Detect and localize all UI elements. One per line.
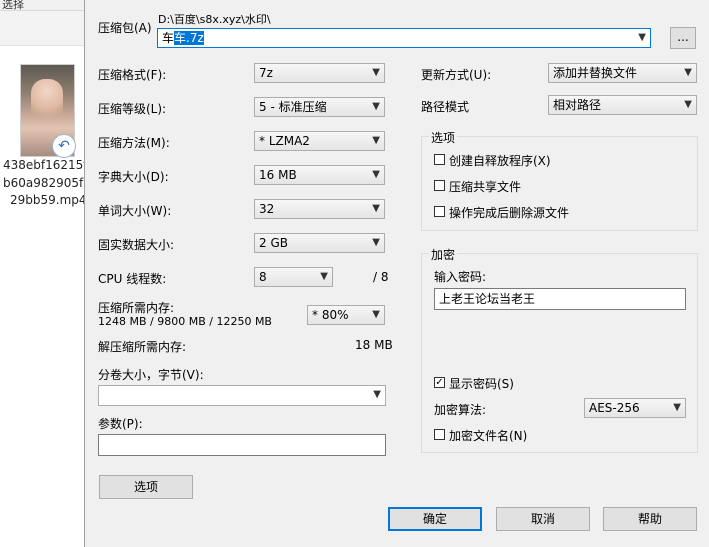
dict-select[interactable]: 16 MB ▼ [254,165,385,185]
chevron-down-icon: ▼ [372,135,380,146]
options-button[interactable]: 选项 [99,475,193,499]
chevron-down-icon: ▼ [372,237,380,248]
archive-name-selected: 车.7z [174,31,204,45]
archive-name-combo[interactable]: 车车.7z ▼ [157,28,651,48]
chevron-down-icon: ▼ [373,389,381,400]
file-name-line-3[interactable]: 29bb59.mp4 [10,193,94,207]
path-mode-value: 相对路径 [553,98,602,112]
password-label: 输入密码: [434,270,487,284]
chevron-down-icon: ▼ [372,309,380,320]
threads-max: / 8 [373,270,389,284]
params-input[interactable] [98,434,386,456]
archive-path: D:\百度\s8x.xyz\水印\ [158,13,271,26]
shared-files-checkbox[interactable] [434,180,445,191]
chevron-down-icon: ▼ [684,67,692,78]
params-label: 参数(P): [98,417,143,431]
level-select[interactable]: 5 - 标准压缩 ▼ [254,97,385,117]
file-explorer-pane: 选择 ↶ 438ebf16215f b60a982905f5 29bb59.mp… [0,0,87,547]
update-mode-label: 更新方式(U): [421,68,492,82]
dict-value: 16 MB [259,168,297,182]
share-arrow-icon: ↶ [52,134,76,158]
dict-label: 字典大小(D): [98,170,169,184]
chevron-down-icon: ▼ [372,67,380,78]
threads-select[interactable]: 8 ▼ [254,267,333,287]
chevron-down-icon: ▼ [372,203,380,214]
method-label: 压缩方法(M): [98,136,170,150]
word-select[interactable]: 32 ▼ [254,199,385,219]
volume-label: 分卷大小，字节(V): [98,368,204,382]
encrypt-names-label: 加密文件名(N) [449,429,528,443]
mem-compress-detail: 1248 MB / 9800 MB / 12250 MB [98,315,272,328]
file-name-line-2[interactable]: b60a982905f5 [3,176,87,190]
word-value: 32 [259,202,275,216]
format-value: 7z [259,66,273,80]
cancel-button[interactable]: 取消 [496,507,590,531]
method-value: * LZMA2 [259,134,310,148]
threads-label: CPU 线程数: [98,272,167,286]
help-button[interactable]: 帮助 [603,507,697,531]
show-password-checkbox[interactable]: ✓ [434,377,445,388]
solid-label: 固实数据大小: [98,238,175,252]
sfx-label: 创建自释放程序(X) [449,154,551,168]
explorer-toolbar-label: 选择 [2,0,24,11]
chevron-down-icon: ▼ [372,169,380,180]
encryption-group-title: 加密 [429,246,458,263]
path-mode-select[interactable]: 相对路径 ▼ [548,95,697,115]
word-label: 单词大小(W): [98,204,172,218]
archive-name-prefix: 车 [162,31,175,45]
update-mode-value: 添加并替换文件 [553,66,638,80]
path-mode-label: 路径模式 [421,100,470,114]
browse-button[interactable]: ... [670,27,696,49]
solid-value: 2 GB [259,236,288,250]
mem-compress-select[interactable]: * 80% ▼ [307,305,385,325]
algo-value: AES-256 [589,401,640,415]
explorer-toolbar: 选择 [0,0,84,11]
options-group-title: 选项 [429,129,458,146]
format-label: 压缩格式(F): [98,68,167,82]
update-mode-select[interactable]: 添加并替换文件 ▼ [548,63,697,83]
file-name-line-1[interactable]: 438ebf16215f [3,158,87,172]
shared-files-label: 压缩共享文件 [449,180,522,194]
mem-decompress-label: 解压缩所需内存: [98,340,187,354]
threads-value: 8 [259,270,267,284]
chevron-down-icon: ▼ [684,99,692,110]
delete-after-checkbox[interactable] [434,206,445,217]
mem-compress-label: 压缩所需内存: [98,301,175,315]
level-label: 压缩等级(L): [98,102,167,116]
level-value: 5 - 标准压缩 [259,100,327,114]
mem-decompress-value: 18 MB [355,338,393,352]
mem-compress-value: * 80% [312,308,349,322]
format-select[interactable]: 7z ▼ [254,63,385,83]
delete-after-label: 操作完成后删除源文件 [449,206,570,220]
explorer-header-strip [0,11,84,46]
encrypt-names-checkbox[interactable] [434,429,445,440]
algo-label: 加密算法: [434,403,487,417]
chevron-down-icon[interactable]: ▼ [638,29,646,47]
password-input[interactable]: 上老王论坛当老王 [434,288,686,310]
method-select[interactable]: * LZMA2 ▼ [254,131,385,151]
chevron-down-icon: ▼ [320,271,328,282]
chevron-down-icon: ▼ [673,402,681,413]
show-password-label: 显示密码(S) [449,377,514,391]
algo-select[interactable]: AES-256 ▼ [584,398,686,418]
add-to-archive-dialog: 压缩包(A) D:\百度\s8x.xyz\水印\ 车车.7z ▼ ... 压缩格… [84,0,709,547]
volume-size-combo[interactable]: ▼ [98,385,386,406]
archive-label: 压缩包(A) [98,21,152,35]
thumbnail-figure [31,79,63,127]
ok-button[interactable]: 确定 [388,507,482,531]
solid-select[interactable]: 2 GB ▼ [254,233,385,253]
sfx-checkbox[interactable] [434,154,445,165]
chevron-down-icon: ▼ [372,101,380,112]
